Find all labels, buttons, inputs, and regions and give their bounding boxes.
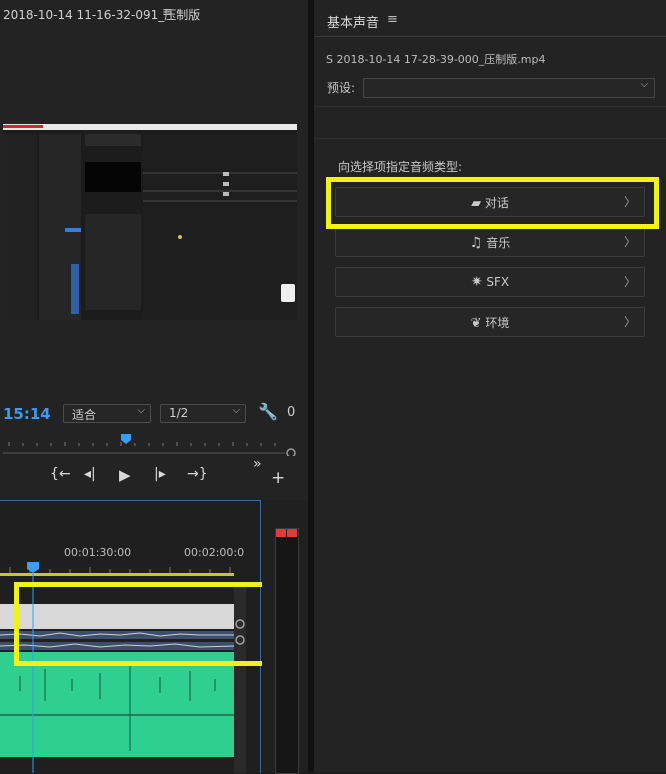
audio-meter bbox=[262, 500, 308, 774]
burst-icon: ✷ bbox=[470, 274, 483, 290]
sfx-type-button[interactable]: ✷ SFX 〉 bbox=[335, 267, 645, 297]
timeline-panel[interactable]: 00:01:30:00 00:02:00:0 bbox=[0, 500, 272, 773]
timeline-highlight-box bbox=[14, 582, 272, 666]
chevron-right-icon: 〉 bbox=[623, 275, 636, 289]
header-divider bbox=[314, 36, 666, 37]
chevron-down-icon: ⌵ bbox=[137, 405, 145, 416]
monitor-time-ruler[interactable] bbox=[3, 432, 296, 458]
preset-dropdown[interactable]: ⌵ bbox=[363, 78, 655, 98]
instruction-text: 向选择项指定音频类型: bbox=[338, 160, 463, 174]
music-type-label: ♫ 音乐 bbox=[469, 235, 511, 251]
meter-bar bbox=[275, 528, 299, 774]
clip-name: S 2018-10-14 17-28-39-000_压制版.mp4 bbox=[326, 53, 546, 66]
clip-indicator bbox=[287, 529, 297, 537]
ruler-ticks bbox=[3, 434, 296, 458]
dialogue-highlight-box bbox=[326, 177, 659, 229]
transport-controls: {← ◂| ▶ |▸ →} » + bbox=[0, 456, 308, 492]
more-controls-button[interactable]: » bbox=[253, 456, 262, 472]
essential-sound-panel: 基本声音 ≡ S 2018-10-14 17-28-39-000_压制版.mp4… bbox=[314, 0, 666, 772]
sfx-type-label: ✷ SFX bbox=[470, 274, 510, 290]
wrench-icon[interactable]: 🔧 bbox=[258, 402, 278, 421]
playhead-timecode[interactable]: 15:14 bbox=[3, 405, 51, 423]
program-monitor: 2018-10-14 11-16-32-091_压制版 ≡ 15:14 适合 ⌵… bbox=[0, 0, 308, 500]
chevron-right-icon: 〉 bbox=[623, 315, 636, 329]
trailing-timecode: 0 bbox=[287, 405, 296, 420]
preview-frame bbox=[3, 124, 297, 320]
hamburger-icon[interactable]: ≡ bbox=[162, 5, 173, 20]
add-button[interactable]: + bbox=[271, 468, 285, 488]
clip-indicator bbox=[276, 529, 286, 537]
chevron-down-icon: ⌵ bbox=[232, 405, 240, 416]
play-button[interactable]: ▶ bbox=[119, 466, 131, 484]
step-back-button[interactable]: ◂| bbox=[84, 466, 96, 482]
preset-label: 预设: bbox=[327, 81, 356, 95]
section-divider bbox=[314, 106, 666, 107]
hamburger-icon[interactable]: ≡ bbox=[387, 12, 398, 27]
leaf-icon: ❦ bbox=[470, 316, 482, 331]
music-note-icon: ♫ bbox=[469, 235, 483, 251]
step-forward-button[interactable]: |▸ bbox=[154, 466, 166, 482]
music-type-button[interactable]: ♫ 音乐 〉 bbox=[335, 227, 645, 257]
panel-title: 基本声音 bbox=[327, 16, 380, 31]
resolution-dropdown[interactable]: 1/2 ⌵ bbox=[160, 404, 246, 423]
monitor-header: 2018-10-14 11-16-32-091_压制版 ≡ bbox=[0, 0, 308, 28]
chevron-down-icon: ⌵ bbox=[640, 79, 648, 90]
ambience-type-button[interactable]: ❦ 环境 〉 bbox=[335, 307, 645, 337]
mark-out-button[interactable]: →} bbox=[187, 466, 208, 482]
ambience-type-label: ❦ 环境 bbox=[470, 316, 510, 331]
section-divider bbox=[314, 138, 666, 139]
fit-dropdown-value: 适合 bbox=[72, 408, 97, 422]
fit-dropdown[interactable]: 适合 ⌵ bbox=[63, 404, 151, 423]
mark-in-button[interactable]: {← bbox=[50, 466, 71, 482]
video-preview[interactable] bbox=[3, 124, 297, 320]
chevron-right-icon: 〉 bbox=[623, 235, 636, 249]
resolution-dropdown-value: 1/2 bbox=[169, 406, 189, 420]
